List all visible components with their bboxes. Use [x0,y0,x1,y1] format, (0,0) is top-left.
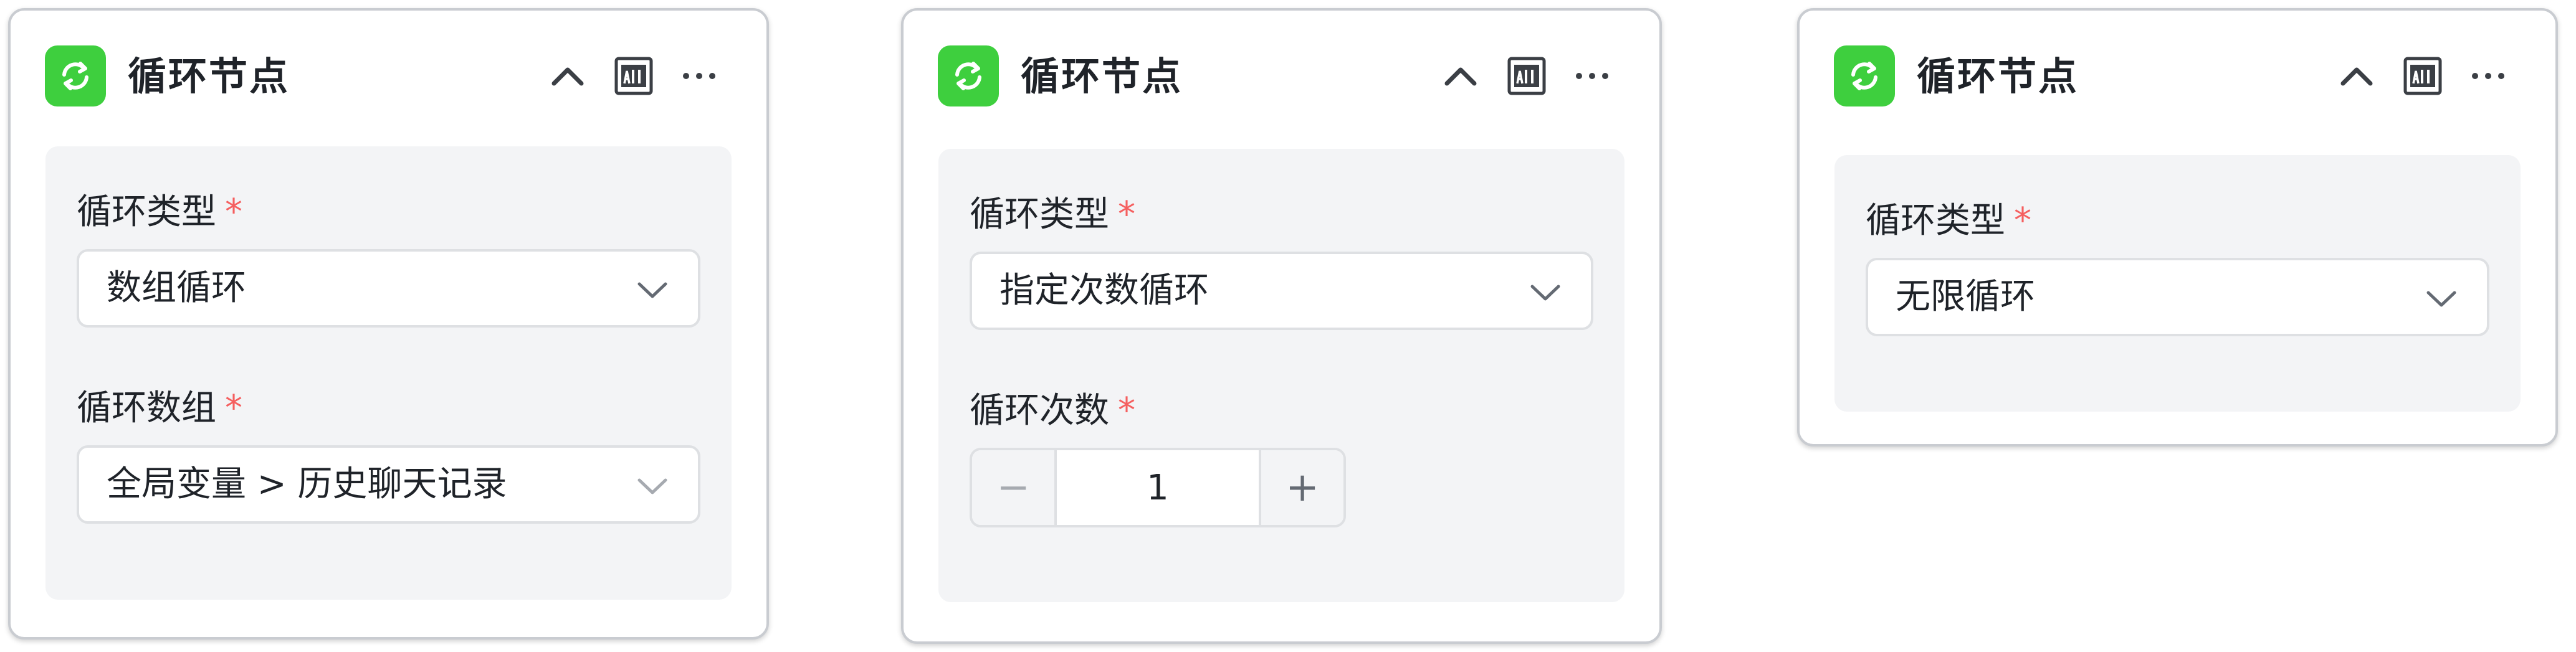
more-icon[interactable] [677,54,721,98]
all-icon[interactable] [1505,54,1548,98]
config-panel: 循环类型 * 指定次数循环 循环次数 * − 1 + [938,149,1624,602]
required-mark: * [1118,194,1135,235]
loop-node-card: 循环节点 循环类型 * 指定次数循环 循环次数 * − 1 + [901,8,1662,644]
decrement-button[interactable]: − [972,450,1057,525]
field-label-loop-type: 循环类型 * [1866,201,2031,241]
card-header: 循环节点 [1800,11,2555,135]
chevron-down-icon [2426,291,2456,307]
required-mark: * [1118,390,1135,431]
chevron-up-icon[interactable] [2335,54,2378,98]
loop-type-select[interactable]: 无限循环 [1866,258,2489,336]
required-mark: * [225,388,242,428]
loop-type-select[interactable]: 指定次数循环 [970,252,1593,330]
card-title: 循环节点 [128,54,290,99]
config-panel: 循环类型 * 无限循环 [1834,155,2521,412]
field-label-loop-type: 循环类型 * [77,192,242,232]
loop-icon [938,45,999,106]
required-mark: * [225,192,242,232]
field-label-loop-array: 循环数组 * [77,388,242,428]
loop-icon [1834,45,1895,106]
loop-icon [45,45,106,106]
loop-node-card: 循环节点 循环类型 * 数组循环 循环数组 * 全局变量 > 历史聊天记录 [8,8,769,640]
field-label-loop-count: 循环次数 * [970,390,1135,431]
card-header: 循环节点 [11,11,766,135]
chevron-up-icon[interactable] [546,54,589,98]
loop-type-select[interactable]: 数组循环 [77,249,700,328]
all-icon[interactable] [2401,54,2445,98]
loop-array-select[interactable]: 全局变量 > 历史聊天记录 [77,445,700,524]
chevron-up-icon[interactable] [1439,54,1482,98]
chevron-down-icon [1530,285,1560,301]
more-icon[interactable] [2466,54,2510,98]
select-value: 全局变量 > 历史聊天记录 [107,464,507,504]
all-icon[interactable] [612,54,656,98]
card-title: 循环节点 [1917,54,2079,99]
card-header: 循环节点 [904,11,1659,135]
config-panel: 循环类型 * 数组循环 循环数组 * 全局变量 > 历史聊天记录 [45,146,732,600]
select-value: 无限循环 [1896,276,2035,317]
required-mark: * [2014,201,2031,241]
loop-count-input[interactable]: 1 [1057,450,1259,525]
increment-button[interactable]: + [1259,450,1343,525]
chevron-down-icon [637,478,667,494]
field-label-loop-type: 循环类型 * [970,194,1135,235]
more-icon[interactable] [1570,54,1614,98]
loop-node-card: 循环节点 循环类型 * 无限循环 [1797,8,2558,446]
select-value: 指定次数循环 [999,270,1209,311]
loop-count-stepper: − 1 + [970,448,1346,527]
select-value: 数组循环 [107,268,246,308]
chevron-down-icon [637,282,667,298]
card-title: 循环节点 [1021,54,1183,99]
